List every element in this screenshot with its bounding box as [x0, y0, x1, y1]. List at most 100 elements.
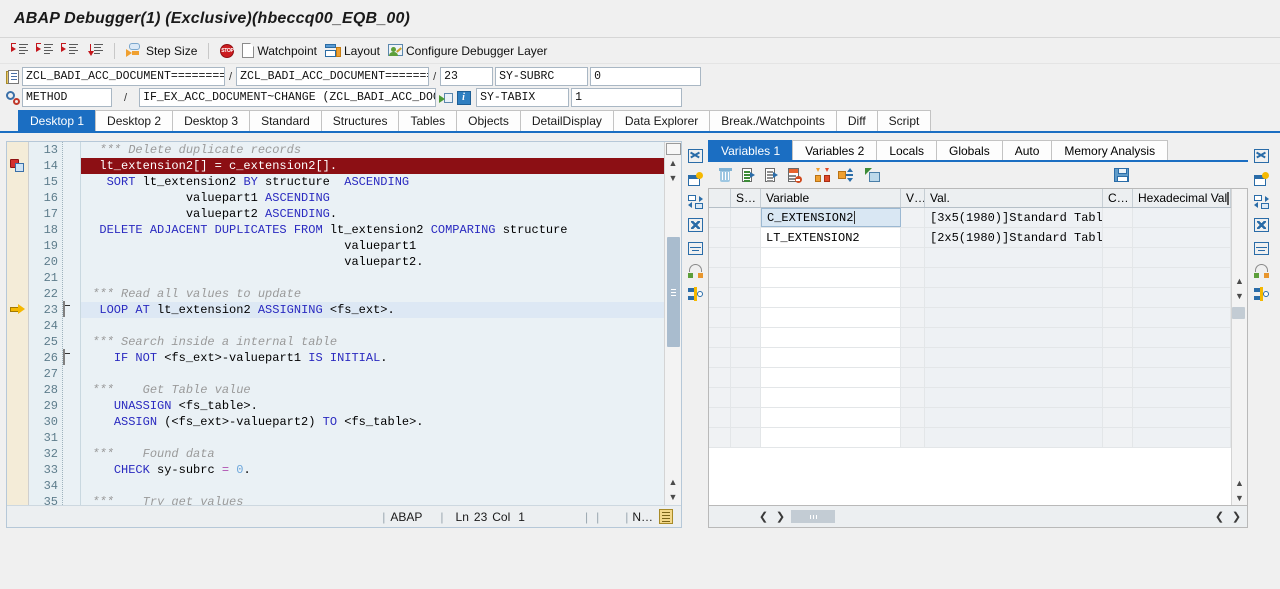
- variables-table-cell[interactable]: [731, 368, 761, 387]
- variables-tab-variables-1[interactable]: Variables 1: [708, 140, 794, 160]
- variables-table-row[interactable]: LT_EXTENSION2 [2x5(1980)]Standard Table: [709, 228, 1231, 248]
- grid-column-header[interactable]: Val.: [925, 189, 1103, 207]
- variables-table-cell[interactable]: [731, 228, 761, 247]
- goto-source-button[interactable]: [437, 89, 454, 107]
- variables-table-cell[interactable]: [709, 248, 731, 267]
- event-name-field[interactable]: IF_EX_ACC_DOCUMENT~CHANGE (ZCL_BADI_ACC_…: [139, 88, 437, 107]
- variables-table-cell[interactable]: [761, 288, 901, 307]
- desktop-tab-data-explorer[interactable]: Data Explorer: [612, 110, 711, 131]
- code-line[interactable]: [81, 478, 664, 494]
- variables-table-cell[interactable]: [731, 388, 761, 407]
- variables-table-cell[interactable]: [925, 368, 1103, 387]
- grid-column-header[interactable]: V…: [901, 189, 925, 207]
- variables-tab-locals[interactable]: Locals: [876, 140, 937, 160]
- code-line[interactable]: [81, 430, 664, 446]
- variables-table-cell[interactable]: [761, 268, 901, 287]
- variables-horizontal-split-button[interactable]: [1251, 239, 1271, 257]
- variables-table-cell[interactable]: [901, 328, 925, 347]
- variables-table-cell[interactable]: [901, 208, 925, 227]
- variables-table-row[interactable]: [709, 428, 1231, 448]
- code-scroll-down-arrow[interactable]: ▼: [666, 170, 681, 185]
- variables-table-cell[interactable]: [709, 428, 731, 447]
- add-all-button[interactable]: [813, 166, 831, 184]
- grid-column-header[interactable]: C…: [1103, 189, 1133, 207]
- variables-table-cell[interactable]: [709, 268, 731, 287]
- variables-table-cell[interactable]: [1103, 228, 1133, 247]
- code-scroll-thumb[interactable]: [666, 237, 680, 347]
- desktop-tab-objects[interactable]: Objects: [456, 110, 521, 131]
- watchpoint-button[interactable]: Watchpoint: [239, 40, 320, 62]
- delete-variable-button[interactable]: [716, 166, 734, 184]
- variables-table-cell[interactable]: [901, 408, 925, 427]
- code-scroll-up-arrow-bottom[interactable]: ▲: [666, 474, 681, 489]
- variables-table-cell[interactable]: [925, 408, 1103, 427]
- variables-table-cell[interactable]: [731, 308, 761, 327]
- desktop-tab-desktop-3[interactable]: Desktop 3: [172, 110, 251, 131]
- variables-table-cell[interactable]: [901, 248, 925, 267]
- code-line[interactable]: *** Get Table value: [81, 382, 664, 398]
- variables-table-cell[interactable]: [731, 248, 761, 267]
- sy-subrc-value-field[interactable]: 0: [590, 67, 702, 86]
- variables-table-cell[interactable]: [1103, 328, 1133, 347]
- save-variables-button[interactable]: [1112, 166, 1130, 184]
- desktop-tab-script[interactable]: Script: [876, 110, 932, 131]
- variables-table-cell[interactable]: [901, 308, 925, 327]
- variables-table-cell[interactable]: [761, 328, 901, 347]
- variables-table-cell[interactable]: [709, 328, 731, 347]
- variables-table-cell[interactable]: [1103, 348, 1133, 367]
- variables-table-cell[interactable]: [1103, 428, 1133, 447]
- code-line[interactable]: LOOP AT lt_extension2 ASSIGNING <fs_ext>…: [81, 302, 664, 318]
- code-new-window-button[interactable]: [685, 170, 705, 188]
- variables-table-cell[interactable]: [709, 208, 731, 227]
- fold-toggle[interactable]: [63, 349, 80, 366]
- filter-button[interactable]: [863, 166, 881, 184]
- code-expand-button[interactable]: [685, 216, 705, 234]
- event-type-field[interactable]: METHOD: [22, 88, 112, 107]
- variables-table-cell[interactable]: [1133, 328, 1231, 347]
- run-to-cursor-button[interactable]: [83, 40, 106, 62]
- variables-table-cell[interactable]: [761, 248, 901, 267]
- code-line[interactable]: *** Delete duplicate records: [81, 142, 664, 158]
- desktop-tab-desktop-2[interactable]: Desktop 2: [95, 110, 174, 131]
- variables-fullscreen-button[interactable]: [1251, 147, 1271, 165]
- code-line[interactable]: *** Search inside a internal table: [81, 334, 664, 350]
- variables-table-cell[interactable]: [925, 268, 1103, 287]
- variables-table-row[interactable]: [709, 328, 1231, 348]
- variables-layers-button[interactable]: [1251, 285, 1271, 303]
- variables-scroll-thumb[interactable]: [1232, 307, 1245, 319]
- grid-column-header[interactable]: Hexadecimal Val: [1133, 189, 1231, 207]
- variables-table-row[interactable]: [709, 388, 1231, 408]
- copy-list-green-button[interactable]: [739, 166, 757, 184]
- variables-grid[interactable]: S… Variable V… Val. C… Hexadecimal Val C_EXTE…: [708, 188, 1248, 506]
- breakpoint-icon[interactable]: [10, 159, 25, 173]
- code-scroll-top-box[interactable]: [665, 143, 681, 155]
- variables-tab-memory-analysis[interactable]: Memory Analysis: [1051, 140, 1169, 160]
- code-line[interactable]: CHECK sy-subrc = 0.: [81, 462, 664, 478]
- variables-table-row[interactable]: [709, 248, 1231, 268]
- variables-table-cell[interactable]: [901, 228, 925, 247]
- code-line[interactable]: UNASSIGN <fs_table>.: [81, 398, 664, 414]
- variables-table-row[interactable]: [709, 348, 1231, 368]
- variables-table-row[interactable]: [709, 288, 1231, 308]
- code-scroll-up-arrow[interactable]: ▲: [666, 155, 681, 170]
- code-line[interactable]: SORT lt_extension2 BY structure ASCENDIN…: [81, 174, 664, 190]
- column-selector-icon[interactable]: [1227, 191, 1230, 205]
- variables-table-cell[interactable]: [1133, 368, 1231, 387]
- grid-column-header[interactable]: [709, 189, 731, 207]
- variables-table-cell[interactable]: [1103, 388, 1133, 407]
- code-line[interactable]: valuepart2.: [81, 254, 664, 270]
- hscroll-left-button[interactable]: ❮: [755, 508, 772, 525]
- variables-scroll-up-arrow-bottom[interactable]: ▲: [1232, 475, 1247, 490]
- grid-column-header[interactable]: S…: [731, 189, 761, 207]
- variables-table-cell[interactable]: [1103, 248, 1133, 267]
- variables-scroll-down-arrow[interactable]: ▼: [1232, 288, 1247, 303]
- variables-table-cell[interactable]: [901, 388, 925, 407]
- sy-tabix-name-field[interactable]: SY-TABIX: [476, 88, 570, 107]
- variables-table-cell[interactable]: C_EXTENSION2: [761, 208, 901, 227]
- info-button[interactable]: i: [455, 89, 472, 107]
- delete-row-button[interactable]: [785, 166, 803, 184]
- desktop-tab-structures[interactable]: Structures: [320, 110, 400, 131]
- code-line[interactable]: *** Found data: [81, 446, 664, 462]
- desktop-tab-diff[interactable]: Diff: [835, 110, 878, 131]
- code-fullscreen-button[interactable]: [685, 147, 705, 165]
